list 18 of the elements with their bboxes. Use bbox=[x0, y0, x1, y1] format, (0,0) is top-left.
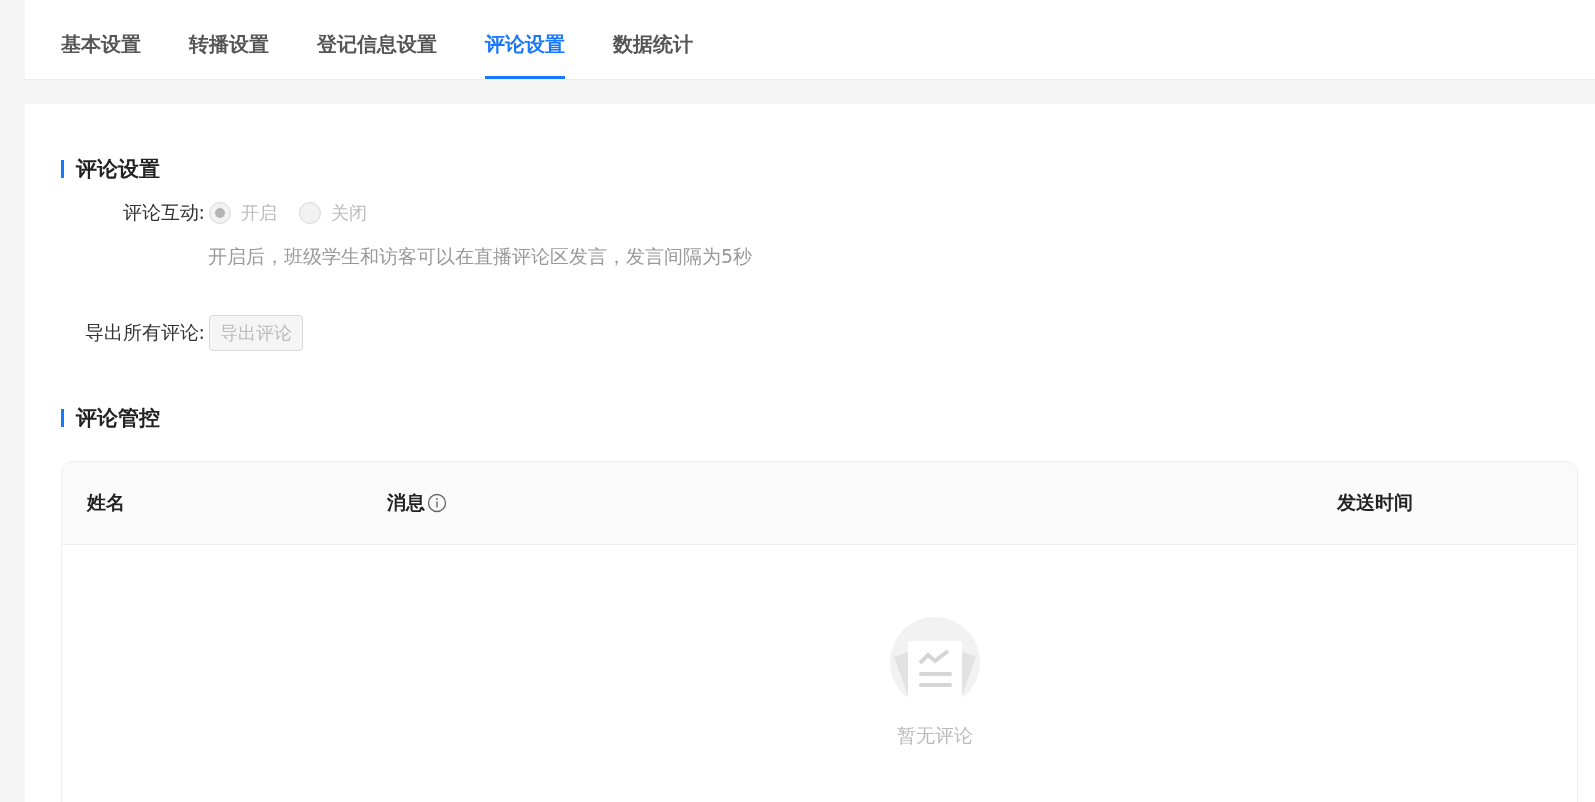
column-header: 发送时间 bbox=[1337, 490, 1413, 515]
tab[interactable]: 登记信息设置 bbox=[317, 31, 437, 79]
tab[interactable]: 基本设置 bbox=[61, 31, 141, 79]
field-label: 导出所有评论: bbox=[83, 320, 206, 345]
column-header: 消息 bbox=[387, 490, 425, 515]
section-title: 评论管控 bbox=[61, 409, 1578, 427]
radio-label: 关闭 bbox=[331, 201, 367, 225]
radio-label: 开启 bbox=[241, 201, 277, 225]
tab[interactable]: 评论设置 bbox=[485, 31, 565, 79]
hint-text: 开启后，班级学生和访客可以在直播评论区发言，发言间隔为5秒 bbox=[208, 244, 754, 269]
empty-document-icon bbox=[889, 617, 980, 707]
field-label: 评论互动: bbox=[121, 200, 206, 225]
empty-text: 暂无评论 bbox=[896, 723, 973, 748]
section-title: 评论设置 bbox=[61, 160, 1578, 178]
info-icon[interactable] bbox=[427, 493, 447, 513]
tab[interactable]: 数据统计 bbox=[613, 31, 693, 79]
tab[interactable]: 转播设置 bbox=[189, 31, 269, 79]
column-header: 姓名 bbox=[87, 490, 125, 515]
